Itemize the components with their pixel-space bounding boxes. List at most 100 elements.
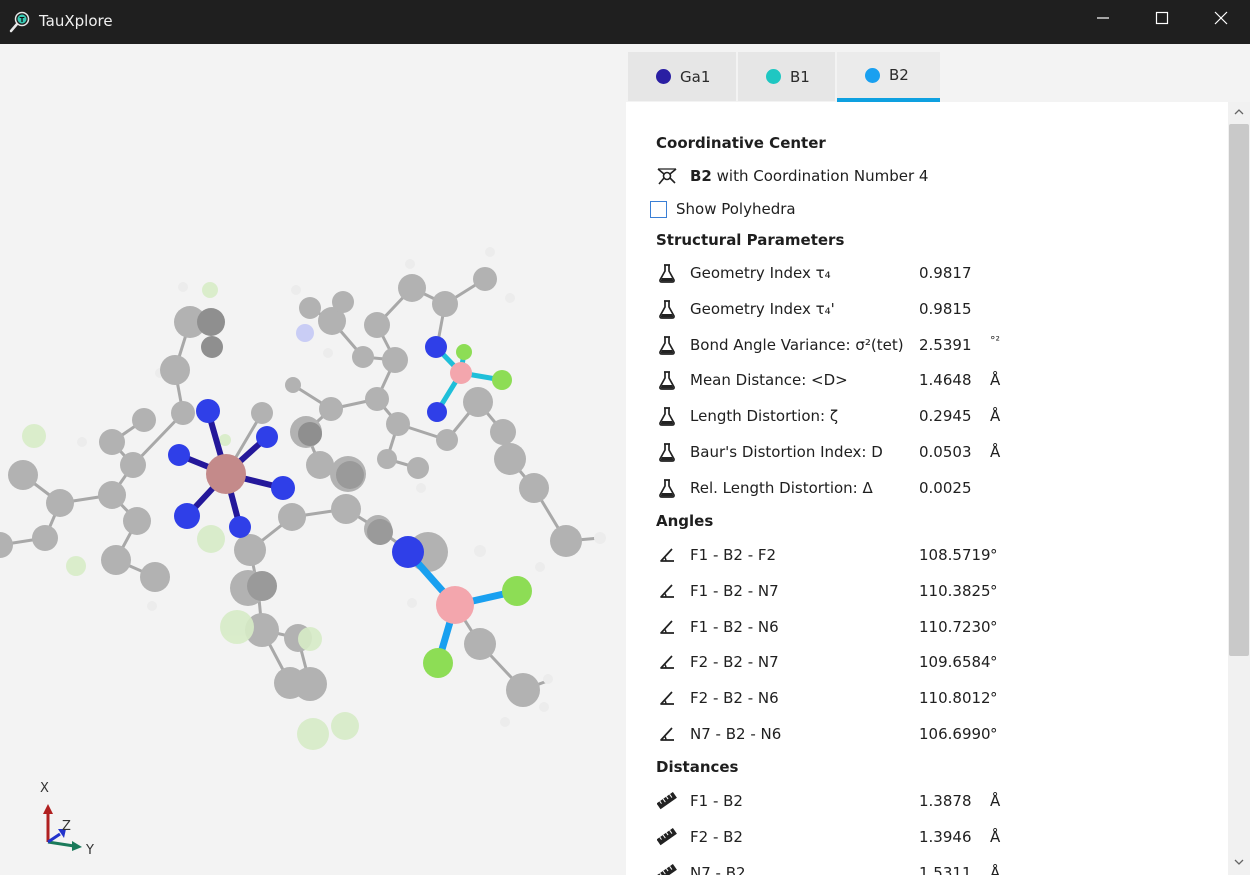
param-value: 1.5311 [919, 863, 972, 875]
checkbox-box[interactable] [650, 201, 667, 218]
param-row: N7 - B2 - N6 106.6990 ° [626, 723, 1226, 753]
tab-b2[interactable]: B2 [837, 52, 940, 102]
param-label: F1 - B2 [690, 792, 743, 810]
param-label: N7 - B2 [690, 863, 746, 875]
center-atom: B2 [690, 167, 712, 185]
param-unit: ° [990, 581, 998, 600]
angle-icon [656, 580, 678, 602]
ruler-icon [656, 826, 678, 848]
param-value: 1.4648 [919, 371, 972, 390]
param-label: Bond Angle Variance: σ²(tet) [690, 335, 904, 354]
param-label: Length Distortion: ζ [690, 407, 838, 426]
maximize-button[interactable] [1133, 0, 1191, 36]
param-unit: ° [990, 546, 998, 564]
param-unit: Å [990, 827, 1001, 846]
flask-icon [656, 298, 678, 320]
param-label: F1 - B2 - F2 [690, 546, 777, 564]
scrollbar-thumb[interactable] [1229, 124, 1249, 656]
param-label: Baur's Distortion Index: D [690, 443, 883, 461]
param-value: 110.3825 [919, 581, 991, 600]
title-bar: T TauXplore [0, 0, 1250, 44]
param-value: 106.6990 [919, 725, 991, 743]
angle-icon [656, 723, 678, 745]
param-row: Geometry Index τ₄' 0.9815 [626, 298, 1226, 328]
coordination-text: with Coordination Number 4 [716, 167, 929, 185]
param-label: F2 - B2 - N7 [690, 653, 779, 672]
flask-icon [656, 369, 678, 391]
close-button[interactable] [1192, 0, 1250, 36]
param-value: 1.3878 [919, 792, 972, 810]
distances-title: Distances [656, 758, 739, 776]
ruler-icon [656, 862, 678, 875]
param-label: Rel. Length Distortion: Δ [690, 478, 873, 497]
param-value: 0.2945 [919, 407, 972, 426]
axes-gizmo: X Z Y [30, 774, 100, 858]
param-value: 0.9817 [919, 264, 972, 282]
param-value: 1.3946 [919, 827, 972, 846]
param-label: F2 - B2 - N6 [690, 689, 779, 708]
param-row: F1 - B2 - N6 110.7230 ° [626, 616, 1226, 646]
minimize-button[interactable] [1074, 0, 1132, 36]
structural-parameters-title: Structural Parameters [656, 231, 845, 249]
ga1-color-dot [656, 69, 671, 84]
param-row: Bond Angle Variance: σ²(tet) 2.5391 °² [626, 334, 1226, 364]
param-unit: Å [990, 443, 1001, 461]
angle-icon [656, 544, 678, 566]
close-icon [1214, 11, 1228, 25]
tab-label: Ga1 [680, 67, 711, 86]
param-row: Rel. Length Distortion: Δ 0.0025 [626, 477, 1226, 507]
param-label: Geometry Index τ₄ [690, 264, 831, 282]
param-label: Geometry Index τ₄' [690, 299, 835, 318]
coordination-center-icon [656, 166, 678, 190]
param-label: F1 - B2 - N6 [690, 617, 779, 636]
show-polyhedra-label: Show Polyhedra [676, 200, 796, 218]
param-value: 0.9815 [919, 299, 972, 318]
param-value: 0.0025 [919, 478, 972, 497]
param-value: 110.8012 [919, 689, 991, 708]
param-row: Length Distortion: ζ 0.2945 Å [626, 405, 1226, 435]
param-unit: ° [990, 653, 998, 672]
param-row: F2 - B2 1.3946 Å [626, 826, 1226, 856]
param-unit: °² [990, 333, 1000, 347]
axis-z-label: Z [62, 819, 71, 834]
param-row: F1 - B2 - F2 108.5719 ° [626, 544, 1226, 574]
flask-icon [656, 405, 678, 427]
angle-icon [656, 687, 678, 709]
param-value: 2.5391 [919, 335, 972, 354]
param-unit: ° [990, 689, 998, 708]
param-row: F2 - B2 - N6 110.8012 ° [626, 687, 1226, 717]
angle-icon [656, 616, 678, 638]
param-label: Mean Distance: <D> [690, 371, 848, 390]
param-row: Geometry Index τ₄ 0.9817 [626, 262, 1226, 292]
b2-color-dot [865, 67, 880, 83]
axis-x-label: X [40, 781, 49, 796]
param-unit: ° [990, 617, 998, 636]
scroll-up-icon[interactable] [1233, 107, 1245, 117]
window-title: TauXplore [39, 12, 113, 30]
minimize-icon [1097, 17, 1109, 19]
flask-icon [656, 262, 678, 284]
param-row: Baur's Distortion Index: D 0.0503 Å [626, 441, 1226, 471]
svg-text:T: T [20, 16, 25, 24]
param-row: Mean Distance: <D> 1.4648 Å [626, 369, 1226, 399]
param-unit: ° [990, 725, 998, 743]
coordinative-center-title: Coordinative Center [656, 134, 826, 152]
param-label: F2 - B2 [690, 827, 743, 846]
param-unit: Å [990, 792, 1001, 810]
tab-label: B2 [889, 66, 909, 84]
tab-b1[interactable]: B1 [738, 52, 835, 101]
molecule-viewport[interactable]: X Z Y [0, 44, 626, 875]
param-row: F2 - B2 - N7 109.6584 ° [626, 651, 1226, 681]
tab-ga1[interactable]: Ga1 [628, 52, 736, 101]
parameters-panel: Coordinative Center B2 with Coordination… [626, 102, 1228, 875]
param-row: F1 - B2 - N7 110.3825 ° [626, 580, 1226, 610]
ruler-icon [656, 790, 678, 812]
param-label: F1 - B2 - N7 [690, 581, 779, 600]
param-row: F1 - B2 1.3878 Å [626, 790, 1226, 820]
param-value: 110.7230 [919, 617, 991, 636]
param-value: 0.0503 [919, 443, 972, 461]
param-row: N7 - B2 1.5311 Å [626, 862, 1226, 875]
scroll-down-icon[interactable] [1233, 857, 1245, 867]
flask-icon [656, 334, 678, 356]
param-value: 109.6584 [919, 653, 991, 672]
